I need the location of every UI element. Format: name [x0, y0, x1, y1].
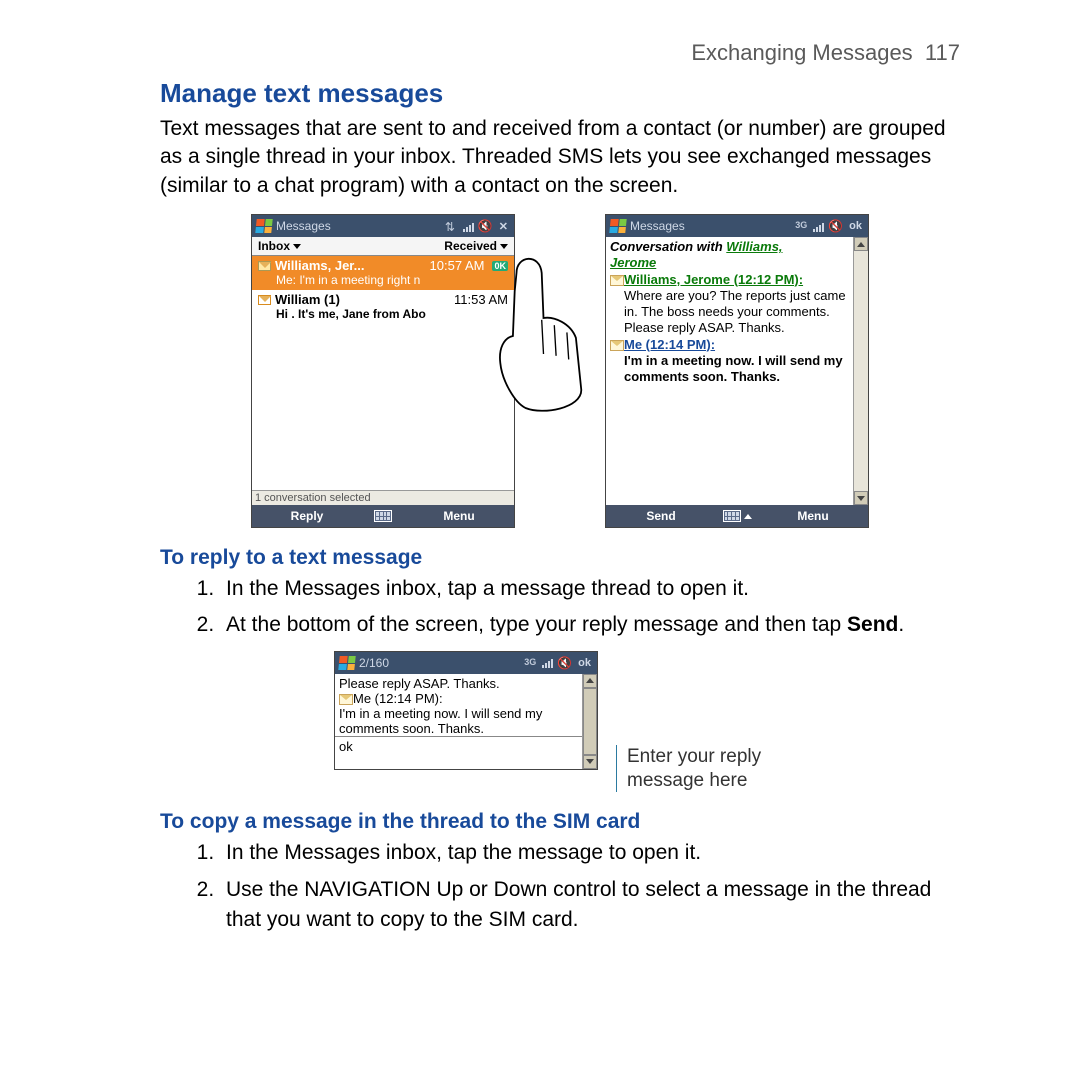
- message-text: Where are you? The reports just came in.…: [610, 288, 850, 337]
- message-in-icon: [610, 275, 624, 286]
- chapter-title: Exchanging Messages: [691, 40, 912, 65]
- menu-button[interactable]: Menu: [404, 509, 514, 523]
- message-row[interactable]: William (1) 11:53 AM Hi . It's me, Jane …: [252, 290, 514, 324]
- envelope-icon: [258, 295, 271, 305]
- reply-input[interactable]: ok: [335, 737, 582, 769]
- compose-history: Please reply ASAP. Thanks. Me (12:14 PM)…: [335, 674, 582, 737]
- message-sender[interactable]: Williams, Jerome (12:12 PM):: [624, 272, 803, 287]
- contact-name[interactable]: Williams,: [726, 239, 782, 254]
- sort-dropdown[interactable]: Received: [444, 239, 508, 253]
- intro-paragraph: Text messages that are sent to and recei…: [160, 115, 960, 200]
- subsection-heading-reply: To reply to a text message: [160, 546, 960, 570]
- start-icon[interactable]: [338, 656, 355, 670]
- list-item: In the Messages inbox, tap the message t…: [220, 838, 960, 868]
- message-list: Williams, Jer... 10:57 AM 0K Me: I'm in …: [252, 256, 514, 490]
- msg-preview: Me: I'm in a meeting right n: [258, 273, 508, 287]
- scroll-up-button[interactable]: [854, 237, 868, 251]
- message-text: I'm in a meeting now. I will send my com…: [339, 706, 578, 736]
- scroll-down-button[interactable]: [854, 491, 868, 505]
- msg-sender: Williams, Jer...: [275, 258, 364, 273]
- signal-icon: [463, 221, 474, 232]
- speaker-icon: 🔇: [828, 219, 843, 233]
- scroll-up-button[interactable]: [583, 674, 597, 688]
- start-icon[interactable]: [609, 219, 626, 233]
- message-sender-me[interactable]: Me (12:14 PM):: [624, 337, 715, 352]
- callout-label: Enter your reply message here: [616, 745, 786, 793]
- close-icon[interactable]: ✕: [497, 220, 510, 233]
- titlebar-title: Messages: [276, 219, 331, 233]
- chevron-down-icon: [293, 244, 301, 249]
- screenshot-inbox: Messages ⇅ 🔇 ✕ Inbox Received Williams, …: [251, 214, 515, 528]
- keyboard-icon: [374, 510, 392, 522]
- scrollbar[interactable]: [582, 674, 597, 769]
- subsection-heading-sim: To copy a message in the thread to the S…: [160, 810, 960, 834]
- message-sender-me[interactable]: Me (12:14 PM):: [353, 691, 443, 706]
- screenshot-conversation: Messages 3G 🔇 ok Conversation with Willi…: [605, 214, 869, 528]
- scroll-track[interactable]: [854, 251, 868, 491]
- screenshot-compose-row: 2/160 3G 🔇 ok Please reply ASAP. Thanks.…: [160, 651, 960, 793]
- start-icon[interactable]: [255, 219, 272, 233]
- list-item: At the bottom of the screen, type your r…: [220, 610, 960, 640]
- speaker-icon: 🔇: [478, 219, 493, 233]
- chevron-up-icon: [744, 514, 752, 519]
- sim-steps-list: In the Messages inbox, tap the message t…: [160, 838, 960, 935]
- message-block: Me (12:14 PM): I'm in a meeting now. I w…: [610, 337, 850, 386]
- folder-dropdown[interactable]: Inbox: [258, 239, 301, 253]
- ok-button[interactable]: ok: [576, 657, 593, 669]
- msg-sender: William (1): [275, 292, 340, 307]
- titlebar-title: 2/160: [359, 656, 389, 670]
- msg-preview: Hi . It's me, Jane from Abo: [258, 307, 508, 321]
- conversation-header-line2: Jerome: [610, 255, 850, 271]
- conversation-body: Conversation with Williams, Jerome Willi…: [606, 237, 868, 505]
- reply-button[interactable]: Reply: [252, 509, 362, 523]
- compose-body: Please reply ASAP. Thanks. Me (12:14 PM)…: [335, 674, 597, 769]
- softkey-bar: Reply Menu: [252, 505, 514, 527]
- filter-bar: Inbox Received: [252, 237, 514, 256]
- send-button[interactable]: Send: [606, 509, 716, 523]
- keyboard-button[interactable]: [716, 510, 758, 522]
- message-out-icon: [339, 694, 353, 705]
- contact-name[interactable]: Jerome: [610, 255, 656, 270]
- ok-button[interactable]: ok: [847, 220, 864, 232]
- screenshot-compose: 2/160 3G 🔇 ok Please reply ASAP. Thanks.…: [334, 651, 598, 770]
- message-text: Please reply ASAP. Thanks.: [339, 676, 578, 691]
- scroll-down-button[interactable]: [583, 755, 597, 769]
- msg-time: 11:53 AM: [454, 292, 508, 307]
- softkey-bar: Send Menu: [606, 505, 868, 527]
- network-icon: 3G: [524, 657, 538, 669]
- status-bar: 1 conversation selected: [252, 490, 514, 505]
- signal-icon: [813, 221, 824, 232]
- chevron-down-icon: [500, 244, 508, 249]
- titlebar: Messages 3G 🔇 ok: [606, 215, 868, 237]
- section-heading: Manage text messages: [160, 78, 960, 109]
- list-item: In the Messages inbox, tap a message thr…: [220, 574, 960, 604]
- envelope-icon: [258, 261, 271, 271]
- reply-steps-list: In the Messages inbox, tap a message thr…: [160, 574, 960, 641]
- sync-icon: ⇅: [445, 220, 459, 232]
- screenshot-row: Messages ⇅ 🔇 ✕ Inbox Received Williams, …: [160, 214, 960, 528]
- msg-time: 10:57 AM: [430, 258, 485, 273]
- titlebar: Messages ⇅ 🔇 ✕: [252, 215, 514, 237]
- page-header: Exchanging Messages 117: [160, 40, 960, 66]
- network-icon: 3G: [795, 220, 809, 232]
- scroll-thumb[interactable]: [583, 688, 597, 755]
- speaker-icon: 🔇: [557, 656, 572, 670]
- keyboard-icon: [723, 510, 741, 522]
- list-item: Use the NAVIGATION Up or Down control to…: [220, 875, 960, 936]
- conversation-header: Conversation with Williams,: [610, 239, 850, 255]
- scrollbar[interactable]: [853, 237, 868, 505]
- page-number: 117: [925, 40, 960, 65]
- message-text: I'm in a meeting now. I will send my com…: [610, 353, 850, 386]
- msg-size-badge: 0K: [492, 261, 508, 271]
- keyboard-button[interactable]: [362, 510, 404, 522]
- message-block: Williams, Jerome (12:12 PM): Where are y…: [610, 272, 850, 337]
- menu-button[interactable]: Menu: [758, 509, 868, 523]
- titlebar-title: Messages: [630, 219, 685, 233]
- message-row[interactable]: Williams, Jer... 10:57 AM 0K Me: I'm in …: [252, 256, 514, 290]
- titlebar: 2/160 3G 🔇 ok: [335, 652, 597, 674]
- signal-icon: [542, 657, 553, 668]
- message-out-icon: [610, 340, 624, 351]
